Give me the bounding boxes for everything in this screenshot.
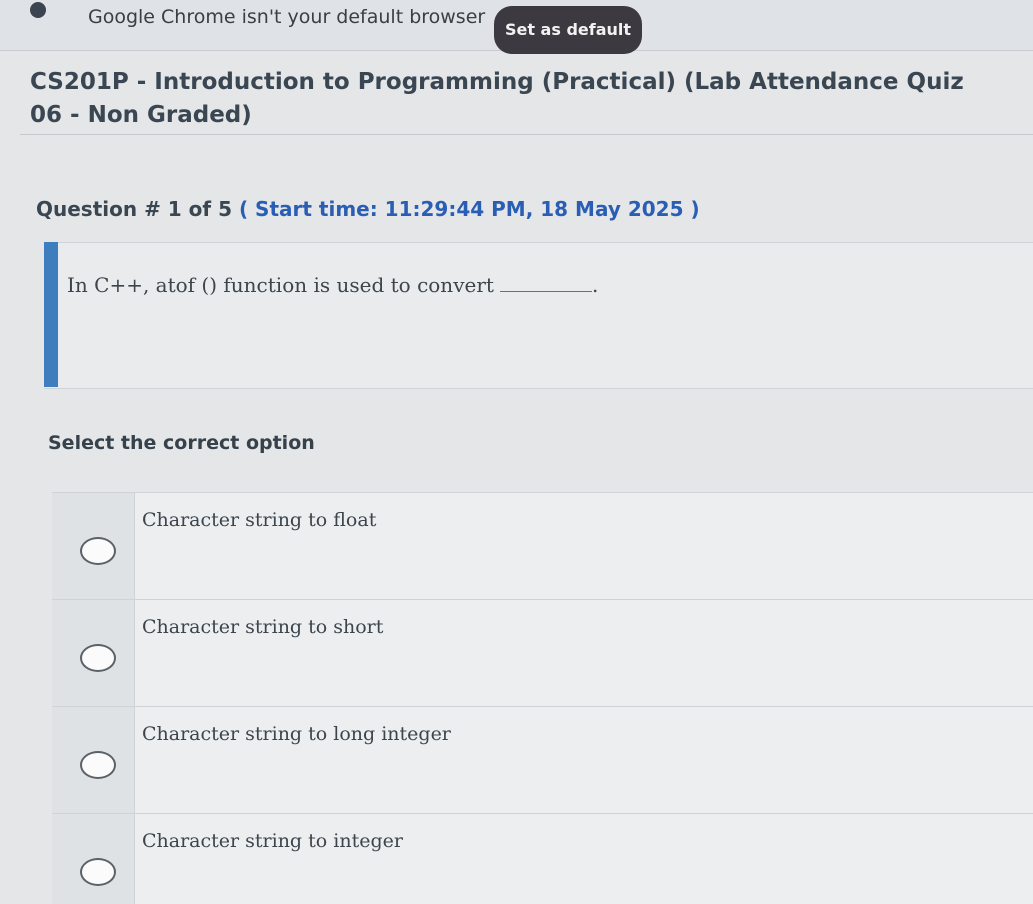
question-heading: Question # 1 of 5 ( Start time: 11:29:44… [36,197,700,221]
question-text: In C++, atof () function is used to conv… [67,273,598,297]
option-radio-cell[interactable] [52,814,135,904]
option-row[interactable]: Character string to long integer [52,707,1033,814]
select-option-label: Select the correct option [48,432,315,454]
option-radio-cell[interactable] [52,600,135,706]
question-text-suffix: . [591,273,599,297]
question-accent-bar [44,242,58,387]
option-4-text[interactable]: Character string to integer [142,830,403,852]
infobar-message: Google Chrome isn't your default browser [88,6,486,28]
option-radio-cell[interactable] [52,707,135,813]
start-time: ( Start time: 11:29:44 PM, 18 May 2025 ) [238,197,700,221]
question-number: Question # 1 of 5 [36,197,239,221]
option-3-radio[interactable] [80,751,116,779]
question-card [44,242,1033,389]
option-1-text[interactable]: Character string to float [142,509,376,531]
title-divider [20,134,1033,135]
question-text-body: In C++, atof () function is used to conv… [67,273,494,297]
default-browser-infobar: Google Chrome isn't your default browser… [0,0,1033,54]
option-4-radio[interactable] [80,858,116,886]
option-radio-cell[interactable] [52,493,135,599]
options-list: Character string to float Character stri… [52,492,1033,904]
answer-blank [499,291,592,292]
option-2-radio[interactable] [80,644,116,672]
option-row[interactable]: Character string to short [52,600,1033,707]
option-row[interactable]: Character string to float [52,493,1033,600]
option-row[interactable]: Character string to integer [52,814,1033,904]
option-2-text[interactable]: Character string to short [142,616,383,638]
set-as-default-button[interactable]: Set as default [494,6,642,54]
page-title: CS201P - Introduction to Programming (Pr… [30,69,964,128]
option-3-text[interactable]: Character string to long integer [142,723,451,745]
info-icon [30,2,46,18]
option-1-radio[interactable] [80,537,116,565]
